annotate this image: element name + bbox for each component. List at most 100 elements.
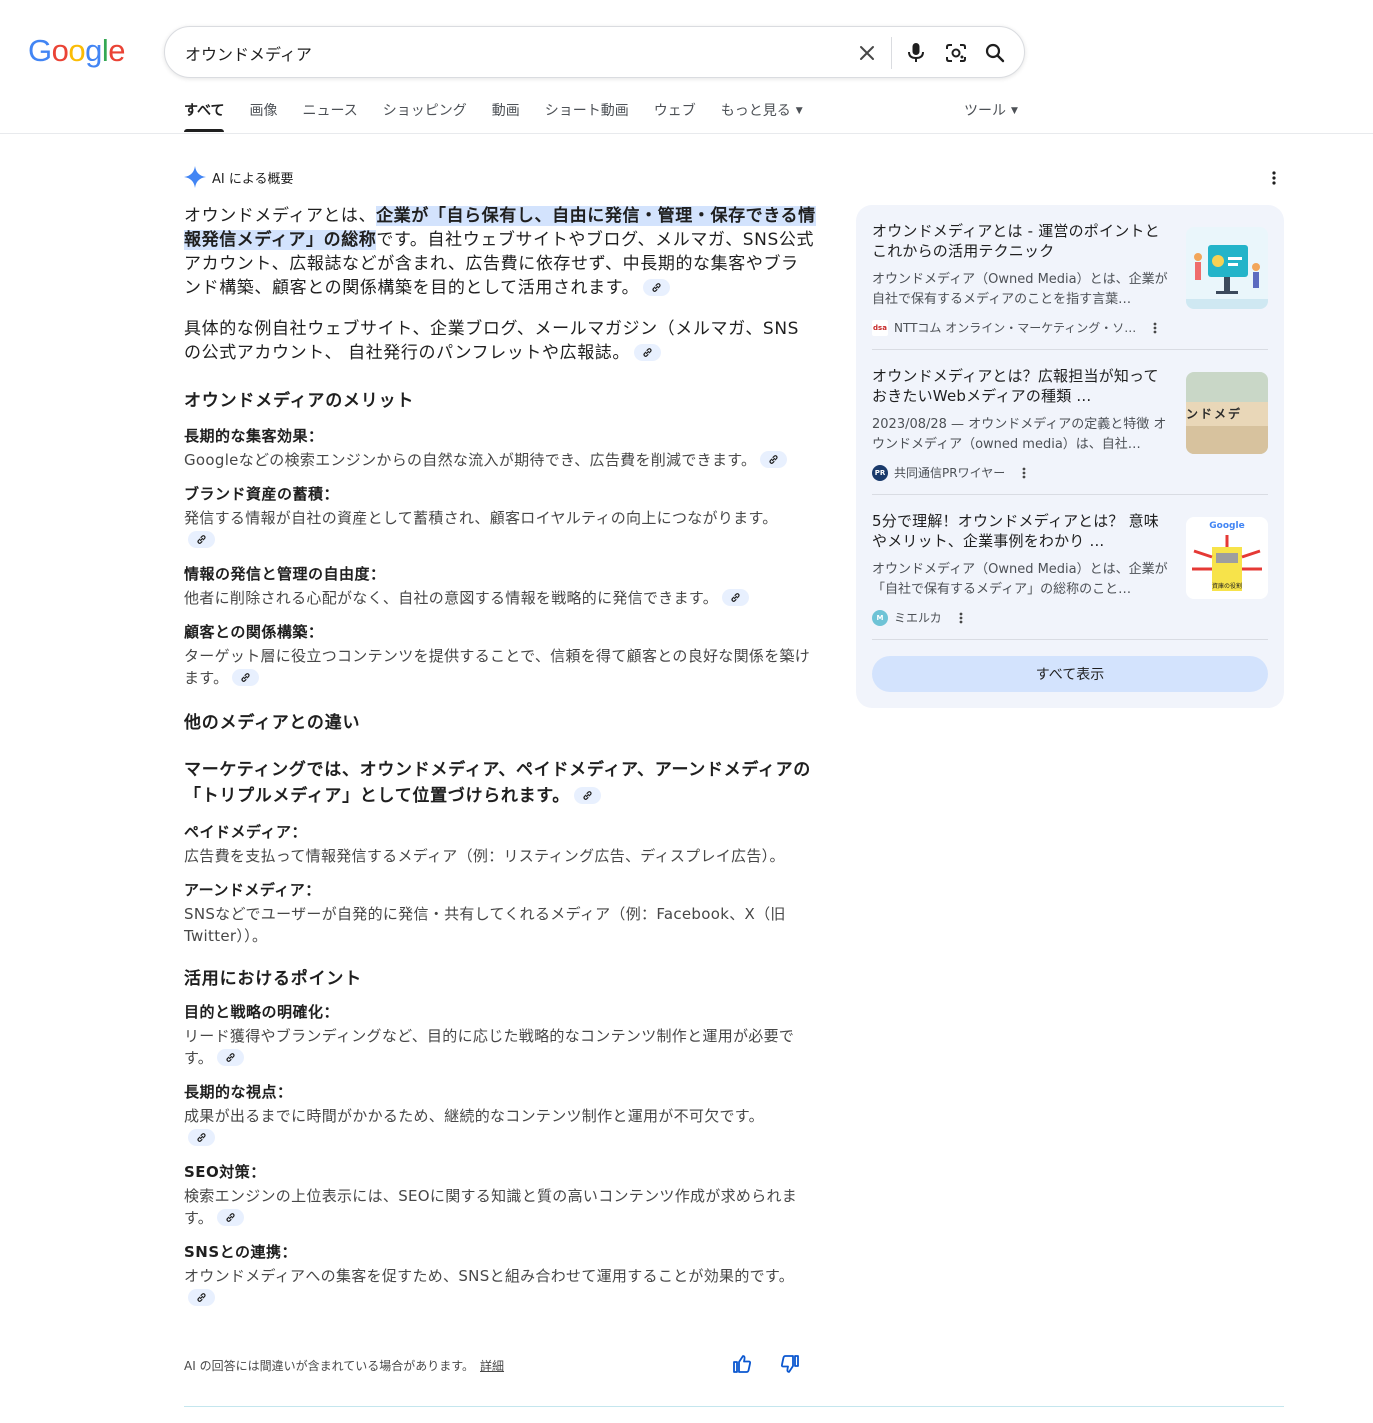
points-list: 目的と戦略の明確化： リード獲得やブランディングなど、目的に応じた戦略的なコンテ… [184,1001,816,1309]
thumbs-down-icon[interactable] [778,1352,802,1376]
merit-title: 長期的な集客効果： [184,427,324,445]
media-type-text: SNSなどでユーザーが自発的に発信・共有してくれるメディア（例：Facebook… [184,905,786,945]
site-favicon: dsa [872,319,888,336]
tab-news[interactable]: ニュース [302,98,357,132]
source-site-name: ミエルカ [894,611,942,625]
disclaimer-text: AI の回答には間違いが含まれている場合があります。 [184,1359,475,1373]
search-box [164,26,1025,78]
card-divider [872,349,1268,350]
list-item: 目的と戦略の明確化： リード獲得やブランディングなど、目的に応じた戦略的なコンテ… [184,1001,816,1069]
source-thumbnail[interactable]: Google 資庫の役割 [1186,517,1268,599]
citation-link-icon[interactable] [722,589,750,606]
tools-label: ツール [964,103,1006,119]
point-text: 検索エンジンの上位表示には、SEOに関する知識と質の高いコンテンツ作成が求められ… [184,1185,816,1229]
clear-icon[interactable] [853,39,881,67]
list-item: 長期的な集客効果： Googleなどの検索エンジンからの自然な流入が期待でき、広… [184,425,816,471]
lens-camera-icon[interactable] [942,39,970,67]
thumb-base [1186,426,1268,454]
list-item: 顧客との関係構築： ターゲット層に役立つコンテンツを提供することで、信頼を得て顧… [184,621,816,689]
citation-link-icon[interactable] [188,1129,215,1146]
source-more-icon[interactable] [1148,320,1162,336]
citation-link-icon[interactable] [760,451,788,468]
source-title[interactable]: オウンドメディアとは？広報担当が知っておきたいWebメディアの種類 ... [872,366,1172,406]
merit-text-content: 発信する情報が自社の資産として蓄積され、顧客ロイヤルティの向上につながります。 [184,509,778,527]
site-favicon: PR [872,464,888,481]
citation-link-icon[interactable] [217,1209,245,1226]
points-heading: 活用におけるポイント [184,969,362,989]
source-site-name: NTTコム オンライン・マーケティング・ソ… [894,321,1137,335]
media-type-title: ペイドメディア： [184,823,307,841]
search-input[interactable] [185,41,825,65]
ai-overview-body: オウンドメディアとは、企業が「自ら保有し、自由に発信・管理・保存できる情報発信メ… [184,204,816,1309]
google-logo[interactable]: Google [28,33,126,69]
media-type-text: 広告費を支払って情報発信するメディア（例：リスティング広告、ディスプレイ広告）。 [184,847,785,865]
site-favicon: M [872,609,888,626]
tab-videos[interactable]: 動画 [492,98,520,132]
source-more-icon[interactable] [954,610,968,626]
tab-shopping[interactable]: ショッピング [383,98,467,132]
source-card[interactable]: オウンドメディアとは - 運営のポイントとこれからの活用テクニック オウンドメデ… [872,211,1268,341]
logo-letter: G [28,33,52,68]
ai-lead-paragraph: オウンドメディアとは、企業が「自ら保有し、自由に発信・管理・保存できる情報発信メ… [184,204,816,300]
thumbs-up-icon[interactable] [730,1352,754,1376]
merit-text: 発信する情報が自社の資産として蓄積され、顧客ロイヤルティの向上につながります。 [184,507,784,551]
tab-all[interactable]: すべて [184,98,225,132]
source-more-icon[interactable] [1017,465,1031,481]
header-divider [0,133,1373,134]
source-site: PR 共同通信PRワイヤー [872,464,1031,481]
source-thumbnail[interactable]: ンドメデ [1186,372,1268,454]
source-thumbnail[interactable] [1186,227,1268,309]
list-item: 長期的な視点： 成果が出るまでに時間がかかるため、継続的なコンテンツ制作と運用が… [184,1081,816,1149]
source-title[interactable]: オウンドメディアとは - 運営のポイントとこれからの活用テクニック [872,221,1172,261]
point-title: SEO対策： [184,1163,266,1181]
point-text-content: 成果が出るまでに時間がかかるため、継続的なコンテンツ制作と運用が不可欠です。 [184,1107,764,1125]
citation-link-icon[interactable] [217,1049,245,1066]
more-options-icon[interactable] [1264,168,1284,188]
difference-heading: 他のメディアとの違い [184,713,361,733]
point-text-content: 検索エンジンの上位表示には、SEOに関する知識と質の高いコンテンツ作成が求められ… [184,1187,798,1227]
citation-link-icon[interactable] [188,531,215,548]
list-item: 情報の発信と管理の自由度： 他者に削除される心配がなく、自社の意図する情報を戦略… [184,563,816,609]
merit-heading: オウンドメディアのメリット [184,391,415,411]
media-type-title: アーンドメディア： [184,881,321,899]
marketing-paragraph: マーケティングでは、オウンドメディア、ペイドメディア、アーンドメディアの「トリプ… [184,757,816,809]
caret-down-icon: ▼ [1011,106,1018,116]
tab-short-videos[interactable]: ショート動画 [545,98,629,132]
tab-more[interactable]: もっと見る ▼ [721,98,803,132]
search-icon[interactable] [981,39,1009,67]
tab-images[interactable]: 画像 [249,98,277,132]
microphone-icon[interactable] [902,39,930,67]
source-card[interactable]: 5分で理解！オウンドメディアとは？ 意味やメリット、企業事例をわかり ... オ… [872,501,1268,631]
merit-text: Googleなどの検索エンジンからの自然な流入が期待でき、広告費を削減できます。 [184,449,816,471]
list-item: ペイドメディア： 広告費を支払って情報発信するメディア（例：リスティング広告、デ… [184,821,816,867]
citation-link-icon[interactable] [574,786,601,804]
ai-examples-paragraph: 具体的な例自社ウェブサイト、企業ブログ、メールマガジン（メルマガ、SNSの公式ア… [184,317,816,365]
merit-text: ターゲット層に役立つコンテンツを提供することで、信頼を得て顧客との良好な関係を築… [184,645,816,689]
source-site-name: 共同通信PRワイヤー [894,466,1006,480]
citation-link-icon[interactable] [232,669,260,686]
citation-link-icon[interactable] [643,278,671,296]
ai-overview-title: AI による概要 [212,171,294,187]
tab-web[interactable]: ウェブ [654,98,696,132]
citation-link-icon[interactable] [188,1289,215,1306]
source-site: dsa NTTコム オンライン・マーケティング・ソ… [872,319,1162,336]
source-snippet: オウンドメディア（Owned Media）とは、企業が「自社で保有するメディア」… [872,562,1168,597]
logo-letter: g [85,33,102,68]
card-divider [872,494,1268,495]
merit-text-content: 他者に削除される心配がなく、自社の意図する情報を戦略的に発信できます。 [184,589,719,607]
ai-disclaimer: AI の回答には間違いが含まれている場合があります。 詳細 [184,1357,504,1374]
disclaimer-details-link[interactable]: 詳細 [480,1359,504,1373]
merit-title: 顧客との関係構築： [184,623,324,641]
merit-text: 他者に削除される心配がなく、自社の意図する情報を戦略的に発信できます。 [184,587,816,609]
source-title[interactable]: 5分で理解！オウンドメディアとは？ 意味やメリット、企業事例をわかり ... [872,511,1172,551]
lead-text: オウンドメディアとは、 [184,206,377,226]
caret-down-icon: ▼ [795,106,803,116]
citation-link-icon[interactable] [634,343,662,361]
search-divider [891,37,892,69]
logo-letter: o [68,33,86,68]
list-item: SEO対策： 検索エンジンの上位表示には、SEOに関する知識と質の高いコンテンツ… [184,1161,816,1229]
tools-button[interactable]: ツール ▼ [964,98,1018,126]
source-card[interactable]: オウンドメディアとは？広報担当が知っておきたいWebメディアの種類 ... 20… [872,356,1268,486]
search-tabs: すべて 画像 ニュース ショッピング 動画 ショート動画 ウェブ もっと見る ▼ [184,98,828,134]
show-all-button[interactable]: すべて表示 [872,656,1268,692]
